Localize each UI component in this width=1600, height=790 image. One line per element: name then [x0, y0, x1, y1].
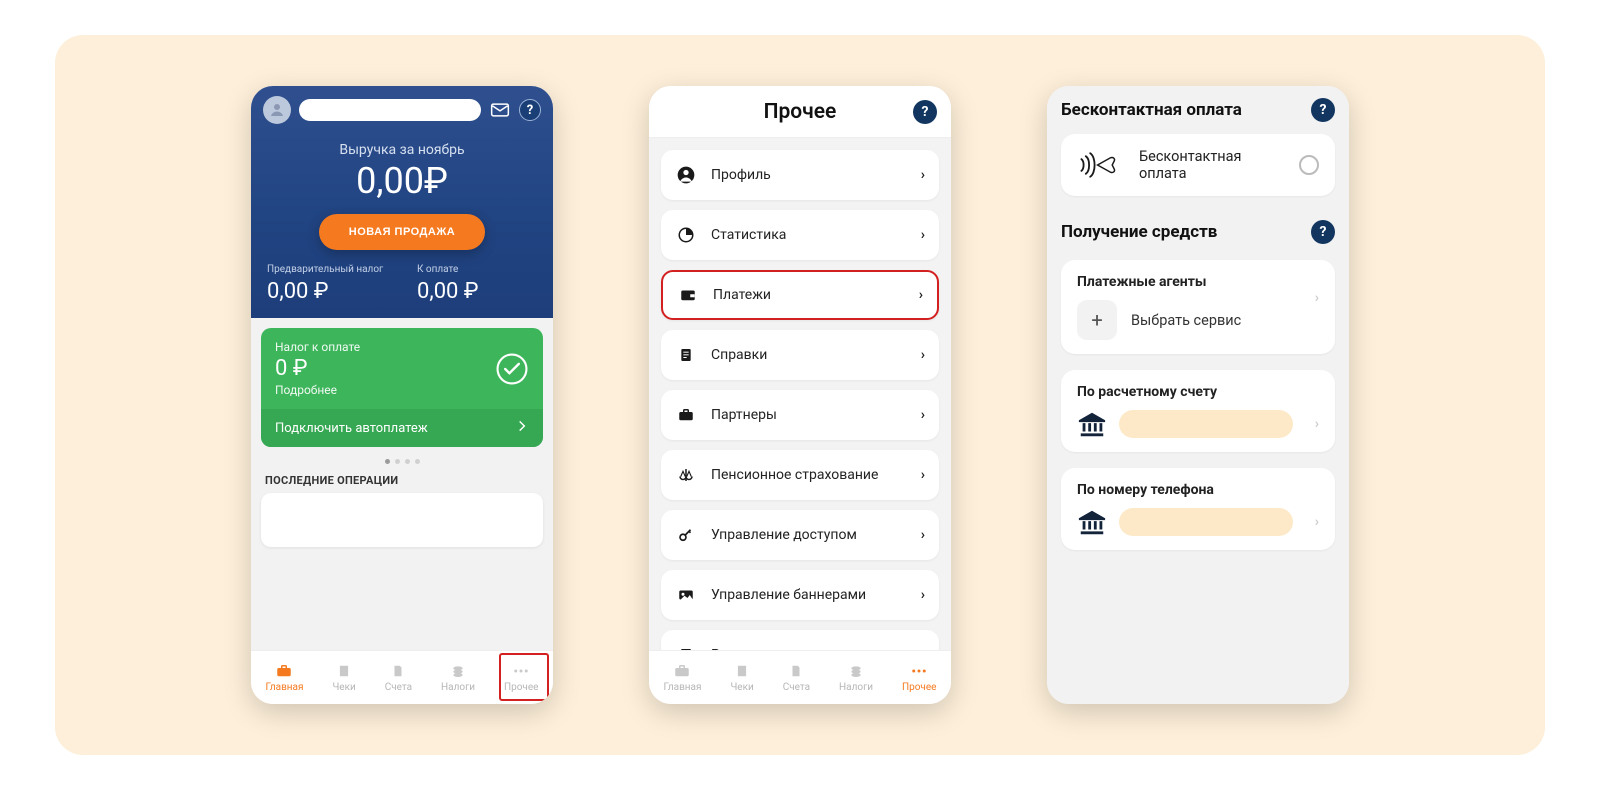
tax-card-amount: 0 ₽	[275, 356, 495, 381]
by-account-title: По расчетному счету	[1077, 384, 1319, 400]
menu-receipt-editor[interactable]: Редактор чека ›	[661, 630, 939, 650]
bottom-nav: Главная Чеки Счета Налоги Прочее	[649, 650, 951, 704]
person-icon	[675, 165, 697, 185]
receipt-icon	[733, 663, 751, 679]
screen2-title: Прочее	[764, 100, 837, 124]
menu-banners[interactable]: Управление баннерами ›	[661, 570, 939, 620]
tax-card[interactable]: Налог к оплате 0 ₽ Подробнее Подключить …	[261, 328, 543, 447]
pretax-label: Предварительный налог	[267, 264, 387, 275]
wallet-icon	[677, 286, 699, 304]
nav-main[interactable]: Главная	[663, 663, 701, 693]
menu-statistics[interactable]: Статистика ›	[661, 210, 939, 260]
account-number-placeholder	[1119, 410, 1293, 438]
choose-service-label: Выбрать сервис	[1131, 312, 1319, 329]
piechart-icon	[675, 226, 697, 244]
receipt-icon	[335, 663, 353, 679]
add-agent-button[interactable]: +	[1077, 300, 1117, 340]
chevron-right-icon: ›	[921, 407, 925, 423]
menu-profile[interactable]: Профиль ›	[661, 150, 939, 200]
nav-other[interactable]: Прочее	[504, 663, 539, 693]
chevron-right-icon: ›	[921, 167, 925, 183]
bank-icon	[1077, 508, 1107, 536]
autopay-row[interactable]: Подключить автоплатеж	[261, 409, 543, 447]
autopay-label: Подключить автоплатеж	[275, 421, 428, 436]
chevron-right-icon: ›	[921, 227, 925, 243]
phone-number-placeholder	[1119, 508, 1293, 536]
tax-card-more: Подробнее	[275, 383, 495, 397]
page-indicator	[261, 459, 543, 464]
briefcase-icon	[275, 663, 293, 679]
funds-section-title: Получение средств	[1061, 222, 1217, 242]
search-input[interactable]	[299, 99, 481, 121]
avatar[interactable]	[263, 96, 291, 124]
screen-payments: Бесконтактная оплата ? Бесконтактная опл…	[1047, 86, 1349, 704]
payment-agents-card[interactable]: Платежные агенты + Выбрать сервис ›	[1061, 260, 1335, 354]
last-operations-title: ПОСЛЕДНИЕ ОПЕРАЦИИ	[261, 474, 543, 487]
nav-invoices[interactable]: Счета	[783, 663, 810, 693]
coins-icon	[847, 663, 865, 679]
nav-receipts[interactable]: Чеки	[332, 663, 355, 693]
header-panel: ? Выручка за ноябрь 0,00₽ НОВАЯ ПРОДАЖА …	[251, 86, 553, 318]
menu-access[interactable]: Управление доступом ›	[661, 510, 939, 560]
nav-taxes[interactable]: Налоги	[441, 663, 475, 693]
revenue-label: Выручка за ноябрь	[263, 142, 541, 158]
chevron-right-icon: ›	[921, 467, 925, 483]
bank-icon	[1077, 410, 1107, 438]
contactless-radio[interactable]	[1299, 155, 1319, 175]
screen-other: Прочее ? Профиль › Статистика › Платежи …	[649, 86, 951, 704]
nav-taxes[interactable]: Налоги	[839, 663, 873, 693]
help-icon[interactable]: ?	[1311, 98, 1335, 122]
contactless-card[interactable]: Бесконтактная оплата	[1061, 134, 1335, 196]
menu-payments[interactable]: Платежи ›	[661, 270, 939, 320]
chevron-right-icon: ›	[1315, 514, 1319, 530]
mail-icon[interactable]	[489, 99, 511, 121]
dots-icon	[512, 663, 530, 679]
nav-other[interactable]: Прочее	[902, 663, 937, 693]
nav-main[interactable]: Главная	[265, 663, 303, 693]
chevron-right-icon	[515, 419, 529, 437]
menu-pension[interactable]: Пенсионное страхование ›	[661, 450, 939, 500]
chevron-right-icon: ›	[1315, 416, 1319, 432]
pretax-value: 0,00 ₽	[267, 279, 387, 304]
key-icon	[675, 526, 697, 544]
nav-receipts[interactable]: Чеки	[730, 663, 753, 693]
nav-invoices[interactable]: Счета	[385, 663, 412, 693]
by-account-card[interactable]: По расчетному счету ›	[1061, 370, 1335, 452]
help-icon[interactable]: ?	[913, 100, 937, 124]
doc-icon	[675, 347, 697, 363]
doc-icon	[389, 663, 407, 679]
chevron-right-icon: ›	[1315, 290, 1319, 306]
contactless-section-title: Бесконтактная оплата	[1061, 100, 1242, 120]
tax-card-label: Налог к оплате	[275, 340, 495, 354]
menu-partners[interactable]: Партнеры ›	[661, 390, 939, 440]
coins-icon	[449, 663, 467, 679]
chevron-right-icon: ›	[921, 347, 925, 363]
pension-icon	[675, 466, 697, 484]
to-pay-label: К оплате	[417, 264, 537, 275]
by-phone-card[interactable]: По номеру телефона ›	[1061, 468, 1335, 550]
to-pay-value: 0,00 ₽	[417, 279, 537, 304]
menu-references[interactable]: Справки ›	[661, 330, 939, 380]
bottom-nav: Главная Чеки Счета Налоги Прочее	[251, 650, 553, 704]
doc-icon	[787, 663, 805, 679]
new-sale-button[interactable]: НОВАЯ ПРОДАЖА	[319, 214, 485, 250]
dots-icon	[910, 663, 928, 679]
briefcase-icon	[675, 406, 697, 424]
by-phone-title: По номеру телефона	[1077, 482, 1319, 498]
agents-title: Платежные агенты	[1077, 274, 1319, 290]
chevron-right-icon: ›	[921, 587, 925, 603]
contactless-icon	[1077, 150, 1121, 180]
contactless-label: Бесконтактная оплата	[1139, 148, 1281, 182]
check-circle-icon	[495, 352, 529, 386]
operations-card[interactable]	[261, 493, 543, 547]
revenue-amount: 0,00₽	[263, 160, 541, 202]
banner-icon	[675, 586, 697, 604]
chevron-right-icon: ›	[919, 287, 923, 303]
help-icon[interactable]: ?	[1311, 220, 1335, 244]
screen-main: ? Выручка за ноябрь 0,00₽ НОВАЯ ПРОДАЖА …	[251, 86, 553, 704]
chevron-right-icon: ›	[921, 527, 925, 543]
help-icon[interactable]: ?	[519, 99, 541, 121]
briefcase-icon	[673, 663, 691, 679]
